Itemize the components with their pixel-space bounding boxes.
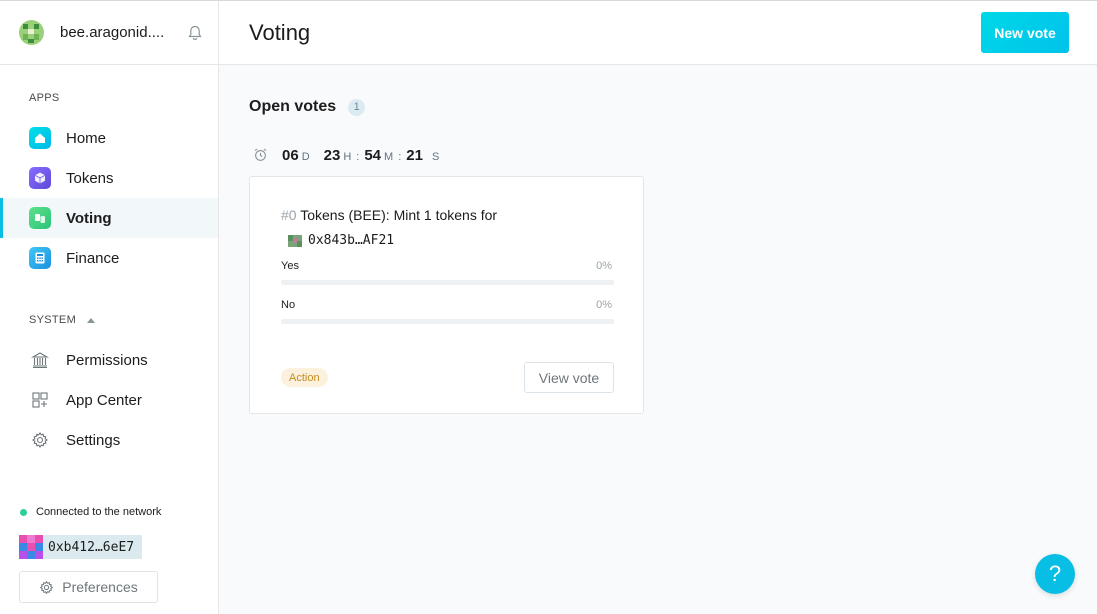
sidebar-item-label: Settings: [66, 431, 121, 449]
org-name: bee.aragonid....: [60, 24, 165, 41]
gear-icon: [29, 429, 51, 451]
sidebar-item-label: Finance: [66, 249, 120, 267]
countdown-days: 06: [282, 147, 299, 164]
sidebar-item-permissions[interactable]: Permissions: [0, 340, 218, 380]
sidebar-item-label: Voting: [66, 209, 112, 227]
sidebar-item-finance[interactable]: Finance: [0, 238, 218, 278]
app-header: Voting New vote: [219, 0, 1097, 65]
sidebar-item-home[interactable]: Home: [0, 118, 218, 158]
chevron-up-icon: [87, 317, 96, 323]
preferences-button[interactable]: Preferences: [19, 571, 158, 603]
page-title: Voting: [249, 20, 311, 45]
vote-question: Tokens (BEE): Mint 1 tokens for: [300, 207, 498, 223]
help-button[interactable]: ?: [1035, 554, 1075, 594]
view-vote-button[interactable]: View vote: [524, 362, 614, 393]
option-no-bar: [281, 319, 614, 324]
system-section-toggle[interactable]: SYSTEM: [29, 314, 96, 326]
vote-card[interactable]: #0 Tokens (BEE): Mint 1 tokens for 0x843…: [249, 176, 644, 414]
app-center-icon: [29, 389, 51, 411]
sidebar-item-label: Tokens: [66, 169, 114, 187]
bell-icon[interactable]: [186, 24, 204, 42]
preferences-label: Preferences: [62, 579, 138, 595]
new-vote-button[interactable]: New vote: [981, 12, 1069, 53]
address-blockie-avatar: [288, 235, 302, 247]
sidebar-item-tokens[interactable]: Tokens: [0, 158, 218, 198]
bank-icon: [29, 349, 51, 371]
sidebar-item-app-center[interactable]: App Center: [0, 380, 218, 420]
connection-status: Connected to the network: [20, 506, 161, 518]
open-votes-count-badge: 1: [348, 98, 366, 116]
account-blockie-avatar: [19, 535, 43, 559]
countdown-seconds: 21: [406, 147, 423, 164]
sidebar-item-label: Home: [66, 129, 107, 147]
connection-status-text: Connected to the network: [36, 506, 162, 518]
option-yes-percent: 0%: [596, 260, 612, 272]
account-badge[interactable]: 0xb412…6eE7: [19, 535, 143, 559]
org-avatar: [19, 20, 44, 45]
countdown-minutes-unit: M: [384, 151, 394, 163]
countdown-separator: :: [356, 151, 360, 163]
status-dot-icon: [20, 508, 27, 516]
address-text: 0x843b…AF21: [308, 233, 395, 248]
countdown-seconds-unit: S: [431, 151, 440, 163]
account-address: 0xb412…6eE7: [48, 539, 135, 555]
vote-description: #0 Tokens (BEE): Mint 1 tokens for 0x843…: [281, 202, 621, 255]
option-no-percent: 0%: [596, 299, 612, 311]
sidebar-item-settings[interactable]: Settings: [0, 420, 218, 460]
alarm-clock-icon: [254, 148, 267, 161]
vote-type-badge: Action: [281, 368, 328, 387]
voting-app-icon: [29, 207, 51, 229]
vote-number: #0: [281, 207, 297, 223]
sidebar-item-label: App Center: [66, 391, 142, 409]
system-section-label: SYSTEM: [29, 314, 77, 326]
finance-app-icon: [29, 247, 51, 269]
sidebar: bee.aragonid.... APPS Home Tokens Voting…: [0, 0, 219, 614]
option-no-label: No: [281, 299, 296, 311]
countdown-minutes: 54: [364, 147, 382, 164]
option-yes-bar: [281, 280, 614, 285]
open-votes-label: Open votes: [249, 98, 337, 115]
sidebar-item-voting[interactable]: Voting: [0, 198, 218, 238]
countdown-days-unit: D: [301, 151, 310, 163]
home-app-icon: [29, 127, 51, 149]
countdown-separator: :: [398, 151, 402, 163]
gear-icon: [40, 580, 54, 594]
option-yes-label: Yes: [281, 260, 299, 272]
vote-countdown: 06 D 23 H : 54 M : 21 S: [253, 145, 439, 164]
tokens-app-icon: [29, 167, 51, 189]
apps-section-label: APPS: [29, 92, 60, 104]
vote-recipient-address[interactable]: 0x843b…AF21: [288, 228, 394, 254]
sidebar-item-label: Permissions: [66, 351, 148, 369]
countdown-hours: 23: [323, 147, 341, 164]
countdown-hours-unit: H: [343, 151, 352, 163]
open-votes-heading: Open votes 1: [249, 98, 366, 116]
